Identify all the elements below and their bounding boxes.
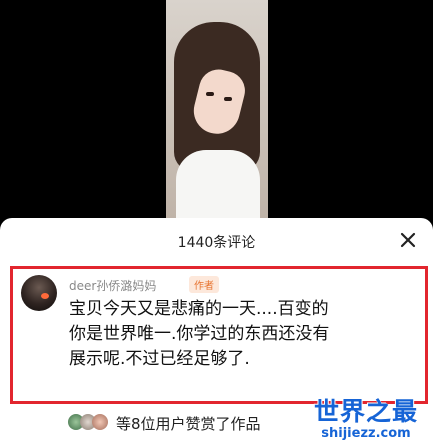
comment-sheet-header: 1440条评论 <box>0 218 433 264</box>
video-eye-shape <box>206 92 214 96</box>
close-icon[interactable] <box>399 231 417 249</box>
watermark-title: 世界之最 <box>313 397 418 426</box>
liker-avatar <box>92 414 108 430</box>
comment-text: 宝贝今天又是悲痛的一天....百变的你是世界唯一.你学过的东西还没有展示呢.不过… <box>69 299 330 369</box>
avatar-glow <box>41 293 49 299</box>
video-frame[interactable] <box>166 0 268 218</box>
author-badge: 作者 <box>189 276 219 293</box>
watermark: 世界之最 shijiezz.com <box>303 398 429 442</box>
comment-sheet: 1440条评论 deer孙侨潞妈妈 作者 宝贝今天又是悲痛的一天....百变的你… <box>0 218 433 444</box>
comment-username[interactable]: deer孙侨潞妈妈 <box>69 277 156 294</box>
watermark-url: shijiezz.com <box>321 426 411 441</box>
comment-count: 1440条评论 <box>177 235 256 251</box>
video-eye-shape <box>224 97 232 101</box>
highlighted-comment[interactable]: deer孙侨潞妈妈 作者 宝贝今天又是悲痛的一天....百变的你是世界唯一.你学… <box>10 266 428 404</box>
video-area[interactable] <box>0 0 433 218</box>
likes-text: 等8位用户赞赏了作品 <box>116 415 261 433</box>
avatar[interactable] <box>21 275 57 311</box>
video-scarf-shape <box>176 150 260 218</box>
